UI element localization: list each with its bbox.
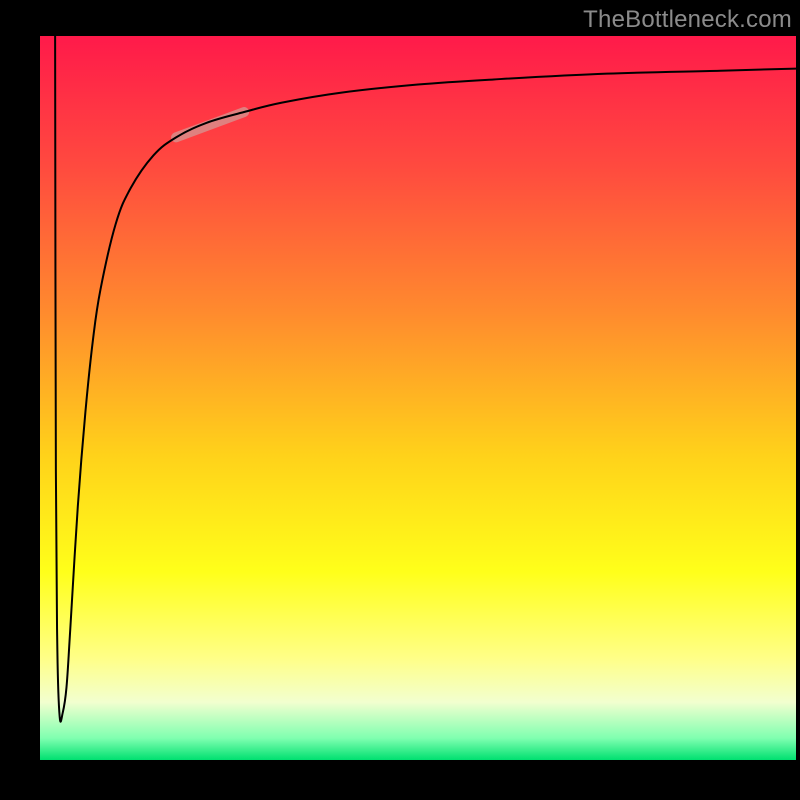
chart-plot-area [40, 36, 796, 760]
watermark-text: TheBottleneck.com [583, 6, 792, 34]
chart-main-curve [55, 36, 796, 722]
chart-highlight-segment [176, 112, 244, 137]
chart-curve-layer [40, 36, 796, 760]
